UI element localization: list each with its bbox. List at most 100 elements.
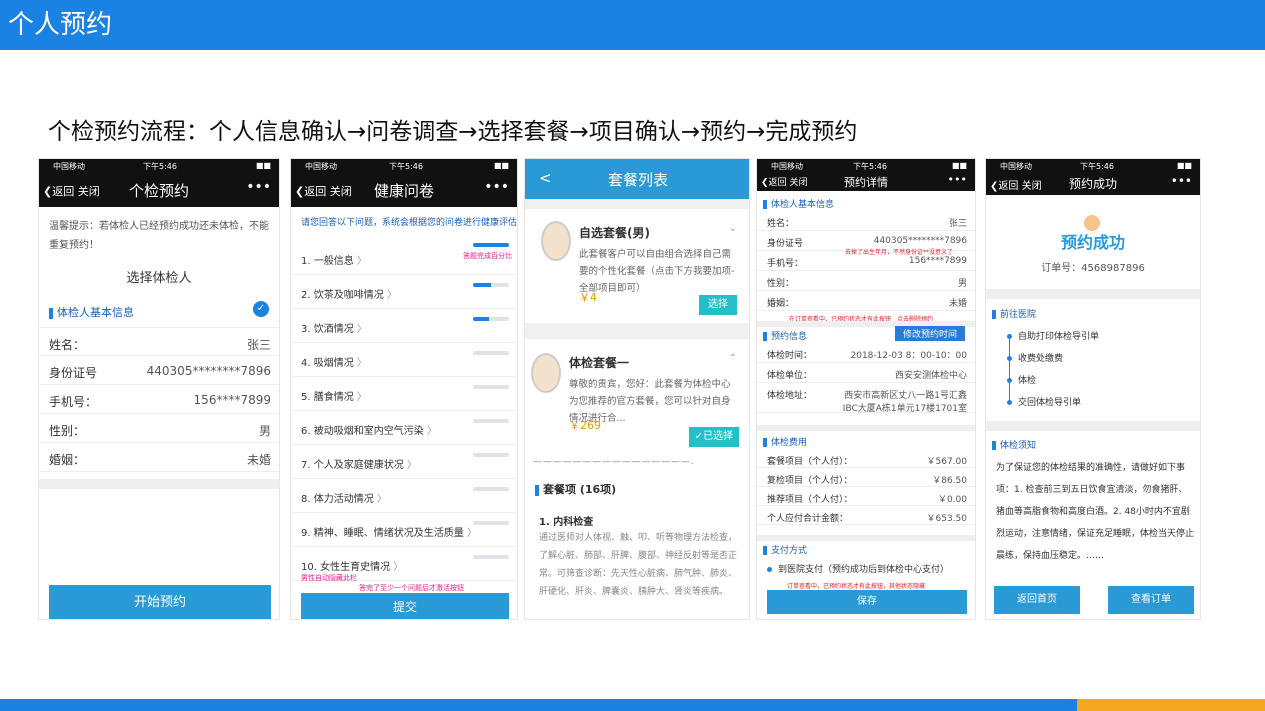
chevron-right-icon: 〉 — [376, 494, 387, 505]
items-title: 套餐项 (16项) — [535, 481, 616, 497]
note-pay: 订单查看中，已预约状态才有此按钮，其他状态隐藏 — [787, 583, 926, 590]
status-bar: 中国移动 下午5:46 ■■ — [39, 159, 279, 173]
chevron-right-icon: 〉 — [406, 460, 417, 471]
nav-bar: ❮返回 关闭 预约成功 ••• — [986, 173, 1200, 195]
header-bar: 个人预约 — [0, 0, 1265, 50]
item-title: 1. 内科检查 — [539, 517, 594, 528]
footer-bar — [0, 699, 1077, 711]
more-icon[interactable]: ••• — [948, 173, 967, 186]
dashed-divider: — — — — — — — — — — — — — — — — . — [533, 457, 694, 467]
status-bar: 中国移动 下午5:46 ■■ — [291, 159, 517, 173]
question-item[interactable]: 8. 体力活动情况 〉 — [291, 479, 517, 513]
select-button[interactable]: 选择 — [699, 295, 737, 315]
table-row: 推荐项目（个人付）： ￥0.00 — [757, 487, 975, 506]
phone-questionnaire: 中国移动 下午5:46 ■■ ❮返回 关闭 健康问卷 ••• 请您回答以下问题，系统会根… — [290, 158, 518, 620]
section-basic-info: 体检人基本信息 — [763, 197, 834, 210]
table-row: 体检时间： 2018-12-03 8：00-10：00 — [757, 343, 975, 363]
steps-line — [1009, 335, 1010, 401]
progress-bar — [473, 487, 509, 491]
section-appointment-info: 预约信息 — [763, 329, 807, 342]
question-item[interactable]: 6. 被动吸烟和室内空气污染 〉 — [291, 411, 517, 445]
progress-bar — [473, 351, 509, 355]
page-title: 个人预约 — [8, 10, 113, 40]
status-bar: 中国移动 下午5:46 ■■ — [757, 159, 975, 173]
more-icon[interactable]: ••• — [246, 179, 271, 195]
nav-bar: ❮返回 关闭 个检预约 ••• — [39, 173, 279, 207]
chevron-right-icon: 〉 — [466, 528, 477, 539]
notice-text: 温馨提示：若体检人已经预约成功还未体检，不能重复预约！ — [49, 221, 269, 251]
submit-button[interactable]: 提交 — [301, 593, 509, 619]
package-card[interactable]: 体检套餐一 ⌃ 尊敬的贵宾，您好：此套餐为体检中心为您推荐的官方套餐，您可以针对… — [525, 339, 749, 619]
progress-bar — [473, 385, 509, 389]
question-item[interactable]: 7. 个人及家庭健康状况 〉 — [291, 445, 517, 479]
table-row: 体检地址： 西安市高新区丈八一路1号汇鑫 IBC大厦A栋1单元17楼1701室 — [757, 383, 975, 414]
section-fees: 体检费用 — [763, 435, 807, 448]
chevron-right-icon: 〉 — [426, 426, 437, 437]
chevron-right-icon: 〉 — [356, 358, 367, 369]
view-order-button[interactable]: 查看订单 — [1108, 586, 1194, 614]
table-row: 姓名： 张三 — [757, 211, 975, 231]
package-card[interactable]: 自选套餐(男) ⌄ 此套餐客户可以自由组合选择自己需要的个性化套餐（点击下方我要… — [525, 209, 749, 323]
selected-button[interactable]: ✓已选择 — [689, 427, 739, 447]
start-appointment-button[interactable]: 开始预约 — [49, 585, 271, 619]
phone-appointment: 中国移动 下午5:46 ■■ ❮返回 关闭 个检预约 ••• 温馨提示：若体检人已经预约… — [38, 158, 280, 620]
question-item[interactable]: 9. 精神、睡眠、情绪状况及生活质量 〉 — [291, 513, 517, 547]
table-row: 手机号： 156****7899 — [39, 385, 279, 414]
footer-accent — [1077, 699, 1265, 711]
question-item[interactable]: 4. 吸烟情况 〉 — [291, 343, 517, 377]
package-desc: 此套餐客户可以自由组合选择自己需要的个性化套餐（点击下方我要加项-全部项目即可） — [579, 249, 735, 294]
divider — [986, 289, 1200, 299]
section-notice: 体检须知 — [992, 438, 1036, 451]
chevron-right-icon: 〉 — [356, 256, 367, 267]
hint-text: 请您回答以下问题，系统会根据您的问卷进行健康评估 — [301, 218, 518, 228]
chevron-right-icon: 〉 — [393, 562, 404, 573]
table-row: 体检单位： 西安安测体检中心 — [757, 363, 975, 383]
table-row: 身份证号 440305********7896 — [39, 356, 279, 385]
note-activate: 答完了至少一个问题后才激活按钮 — [359, 584, 464, 592]
question-item[interactable]: 5. 膳食情况 〉 — [291, 377, 517, 411]
note-id: 去掉了出生年月，不然身份证**没意义了 — [845, 249, 954, 256]
progress-bar — [473, 419, 509, 423]
progress-note: 答题完成百分比 — [463, 252, 512, 260]
progress-bar — [473, 453, 509, 457]
table-row: 复检项目（个人付）： ￥86.50 — [757, 468, 975, 487]
package-price: ￥4 — [579, 291, 597, 304]
nav-title: 健康问卷 — [373, 182, 434, 200]
more-icon[interactable]: ••• — [484, 179, 509, 195]
more-icon[interactable]: ••• — [1171, 174, 1192, 188]
check-icon[interactable]: ✓ — [253, 301, 269, 317]
nav-title: 预约详情 — [844, 176, 888, 189]
divider — [757, 425, 975, 431]
home-button[interactable]: 返回首页 — [994, 586, 1080, 614]
phone-success: 中国移动 下午5:46 ■■ ❮返回 关闭 预约成功 ••• 预约成功 订单号：4568… — [985, 158, 1201, 620]
flow-subtitle: 个检预约流程：个人信息确认→问卷调查→选择套餐→项目确认→预约→完成预约 — [48, 119, 858, 145]
progress-bar — [473, 317, 509, 321]
nav-bar: < 套餐列表 — [525, 159, 749, 199]
payment-option[interactable]: 到医院支付（预约成功后到体检中心支付） — [767, 562, 949, 575]
save-button[interactable]: 保存 — [767, 590, 967, 614]
section-basic-info: 体检人基本信息 — [49, 304, 134, 320]
question-item[interactable]: 3. 饮酒情况 〉 — [291, 309, 517, 343]
table-row: 个人应付合计金额： ￥653.50 — [757, 506, 975, 525]
step-item: 自助打印体检导引单 — [1007, 329, 1099, 342]
item-desc: 通过医师对人体视、触、叩、听等物理方法检查，了解心脏、肺部、肝脾、腹部、神经反射… — [539, 533, 738, 597]
table-row: 姓名： 张三 — [39, 327, 279, 356]
chevron-down-icon[interactable]: ⌄ — [729, 223, 737, 234]
table-row: 婚姻： 未婚 — [39, 443, 279, 472]
modify-time-button[interactable]: 修改预约时间 — [894, 326, 965, 341]
avatar — [531, 353, 561, 393]
order-number: 订单号：4568987896 — [1041, 263, 1145, 274]
nav-bar: ❮返回 关闭 健康问卷 ••• — [291, 173, 517, 207]
chevron-right-icon: 〉 — [386, 290, 397, 301]
note-hidden: 男性自动隐藏此栏 — [301, 574, 357, 582]
chevron-right-icon: 〉 — [356, 324, 367, 335]
progress-bar — [473, 283, 509, 287]
avatar — [541, 221, 571, 261]
divider — [757, 535, 975, 541]
chevron-up-icon[interactable]: ⌃ — [729, 353, 737, 364]
step-item: 收费处缴费 — [1007, 351, 1063, 364]
question-item[interactable]: 2. 饮茶及咖啡情况 〉 — [291, 275, 517, 309]
package-name: 自选套餐(男) — [579, 226, 650, 240]
table-row: 性别：男 — [757, 271, 975, 291]
nav-bar: ❮返回 关闭 预约详情 ••• — [757, 173, 975, 191]
